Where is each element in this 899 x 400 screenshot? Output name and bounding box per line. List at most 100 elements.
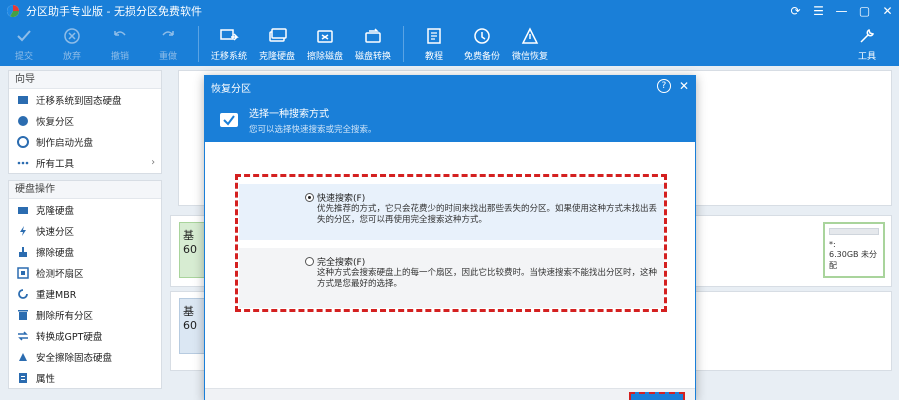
dialog-header-subtitle: 您可以选择快速搜索或完全搜索。 <box>249 125 377 135</box>
sidebar-item-label: 制作启动光盘 <box>36 137 94 149</box>
sidebar-item-boot-disc[interactable]: 制作启动光盘 <box>9 131 161 152</box>
disk-2-size: 60 <box>183 319 197 332</box>
sidebar: 向导 迁移系统到固态硬盘 恢复分区 制作启动光盘 所有工具 › 硬盘操作 克隆硬… <box>8 70 162 400</box>
undo-icon <box>109 25 131 47</box>
check-icon <box>13 25 35 47</box>
recover-partition-dialog: 恢复分区 ? ✕ 选择一种搜索方式 您可以选择快速搜索或完全搜索。 快速搜索(F… <box>204 75 696 400</box>
dialog-close-icon[interactable]: ✕ <box>679 79 689 93</box>
disk-2-label: 基 60 <box>179 298 207 354</box>
toolbar-backup-button[interactable]: 免费备份 <box>458 22 506 66</box>
help-icon[interactable]: ? <box>656 79 671 93</box>
convert-gpt-icon <box>17 330 29 342</box>
app-logo-icon <box>6 4 20 18</box>
sidebar-item-label: 快速分区 <box>36 226 75 238</box>
partition-letter: *: <box>829 240 836 249</box>
disk-ops-panel: 硬盘操作 克隆硬盘 快速分区 擦除硬盘 检测坏扇区 重建MBR 删除所有分区 转… <box>8 180 162 389</box>
toolbar-label: 提交 <box>14 52 33 62</box>
toolbar-label: 擦除磁盘 <box>306 52 343 62</box>
sidebar-item-label: 克隆硬盘 <box>36 205 75 217</box>
toolbar-label: 免费备份 <box>463 52 500 62</box>
tools-icon <box>856 25 878 47</box>
toolbar-label: 迁移系统 <box>210 52 247 62</box>
next-button[interactable] <box>629 392 685 400</box>
sidebar-item-label: 擦除硬盘 <box>36 247 75 259</box>
wechat-restore-icon <box>519 25 541 47</box>
wipe-disk-icon <box>314 25 336 47</box>
toolbar-redo-button[interactable]: 重做 <box>144 22 192 66</box>
migrate-icon <box>218 25 240 47</box>
dialog-footer <box>205 388 695 400</box>
search-partition-icon <box>219 110 239 130</box>
secure-erase-icon <box>17 351 29 363</box>
sidebar-item-rebuild-mbr[interactable]: 重建MBR <box>9 283 161 304</box>
toolbar-tutorial-button[interactable]: 教程 <box>410 22 458 66</box>
toolbar-wechat-button[interactable]: 微信恢复 <box>506 22 554 66</box>
toolbar-commit-button[interactable]: 提交 <box>0 22 48 66</box>
toolbar-label: 微信恢复 <box>511 52 548 62</box>
toolbar-label: 撤销 <box>110 52 129 62</box>
close-button[interactable]: ✕ <box>876 4 899 18</box>
bad-sector-icon <box>17 266 29 279</box>
disk-1-type: 基 <box>183 229 194 242</box>
clone-icon <box>17 204 29 216</box>
disk-1-size: 60 <box>183 243 197 256</box>
toolbar-clone-button[interactable]: 克隆硬盘 <box>253 22 301 66</box>
disk-2-type: 基 <box>183 305 194 318</box>
tutorial-icon <box>423 25 445 47</box>
sidebar-item-clone-disk[interactable]: 克隆硬盘 <box>9 199 161 220</box>
unallocated-partition[interactable]: *: 6.30GB 未分配 <box>823 222 885 278</box>
sidebar-item-quick-partition[interactable]: 快速分区 <box>9 220 161 241</box>
toolbar-separator <box>198 26 199 62</box>
sidebar-item-label: 检测坏扇区 <box>36 268 84 280</box>
toolbar-wipe-button[interactable]: 擦除磁盘 <box>301 22 349 66</box>
quick-partition-icon <box>17 225 29 237</box>
chevron-right-icon: › <box>151 157 155 168</box>
backup-icon <box>471 25 493 47</box>
dialog-header: 选择一种搜索方式 您可以选择快速搜索或完全搜索。 <box>205 98 695 142</box>
toolbar-discard-button[interactable]: 放弃 <box>48 22 96 66</box>
dialog-title: 恢复分区 <box>211 83 251 95</box>
sidebar-item-label: 迁移系统到固态硬盘 <box>36 95 122 107</box>
clone-disk-icon <box>266 25 288 47</box>
maximize-button[interactable]: ▢ <box>853 4 876 18</box>
sidebar-item-label: 所有工具 <box>36 158 75 170</box>
all-tools-icon <box>17 157 29 169</box>
toolbar: 提交 放弃 撤销 重做 迁移系统 克隆硬盘 擦除磁盘 磁盘转换 教程 免费备份 … <box>0 22 899 66</box>
toolbar-convert-button[interactable]: 磁盘转换 <box>349 22 397 66</box>
toolbar-separator <box>403 26 404 62</box>
toolbar-migrate-button[interactable]: 迁移系统 <box>205 22 253 66</box>
sidebar-item-migrate-ssd[interactable]: 迁移系统到固态硬盘 <box>9 89 161 110</box>
toolbar-undo-button[interactable]: 撤销 <box>96 22 144 66</box>
menu-icon[interactable]: ☰ <box>807 4 830 18</box>
properties-icon <box>17 372 29 384</box>
sidebar-item-secure-erase[interactable]: 安全擦除固态硬盘 <box>9 346 161 367</box>
sidebar-item-label: 属性 <box>36 373 56 385</box>
partition-usage-bar <box>829 228 879 235</box>
toolbar-label: 克隆硬盘 <box>258 52 295 62</box>
title-bar: 分区助手专业版 - 无损分区免费软件 ⟳ ☰ — ▢ ✕ <box>0 0 899 22</box>
sidebar-item-label: 转换成GPT硬盘 <box>36 331 103 343</box>
toolbar-label: 磁盘转换 <box>354 52 391 62</box>
recover-partition-icon <box>17 115 29 127</box>
wipe-icon <box>17 246 29 258</box>
sidebar-item-convert-gpt[interactable]: 转换成GPT硬盘 <box>9 325 161 346</box>
toolbar-label: 放弃 <box>62 52 81 62</box>
redo-icon <box>157 25 179 47</box>
dialog-body: 快速搜索(F) 优先推荐的方式，它只会花费少的时间来找出那些丢失的分区。如果使用… <box>205 142 695 390</box>
sidebar-item-delete-all[interactable]: 删除所有分区 <box>9 304 161 325</box>
sidebar-item-wipe-disk[interactable]: 擦除硬盘 <box>9 241 161 262</box>
sidebar-item-label: 安全擦除固态硬盘 <box>36 352 113 364</box>
minimize-button[interactable]: — <box>830 4 853 18</box>
refresh-icon[interactable]: ⟳ <box>784 4 807 18</box>
sidebar-item-properties[interactable]: 属性 <box>9 367 161 388</box>
delete-all-icon <box>17 309 29 321</box>
wizard-header: 向导 <box>9 71 161 89</box>
rebuild-mbr-icon <box>17 288 29 300</box>
sidebar-item-bad-sector[interactable]: 检测坏扇区 <box>9 262 161 283</box>
dialog-titlebar: 恢复分区 ? ✕ <box>205 76 695 98</box>
sidebar-item-recover-partition[interactable]: 恢复分区 <box>9 110 161 131</box>
app-title: 分区助手专业版 - 无损分区免费软件 <box>26 5 202 18</box>
toolbar-tools-button[interactable]: 工具 <box>843 22 891 66</box>
sidebar-item-all-tools[interactable]: 所有工具 › <box>9 152 161 173</box>
sidebar-item-label: 重建MBR <box>36 289 77 301</box>
